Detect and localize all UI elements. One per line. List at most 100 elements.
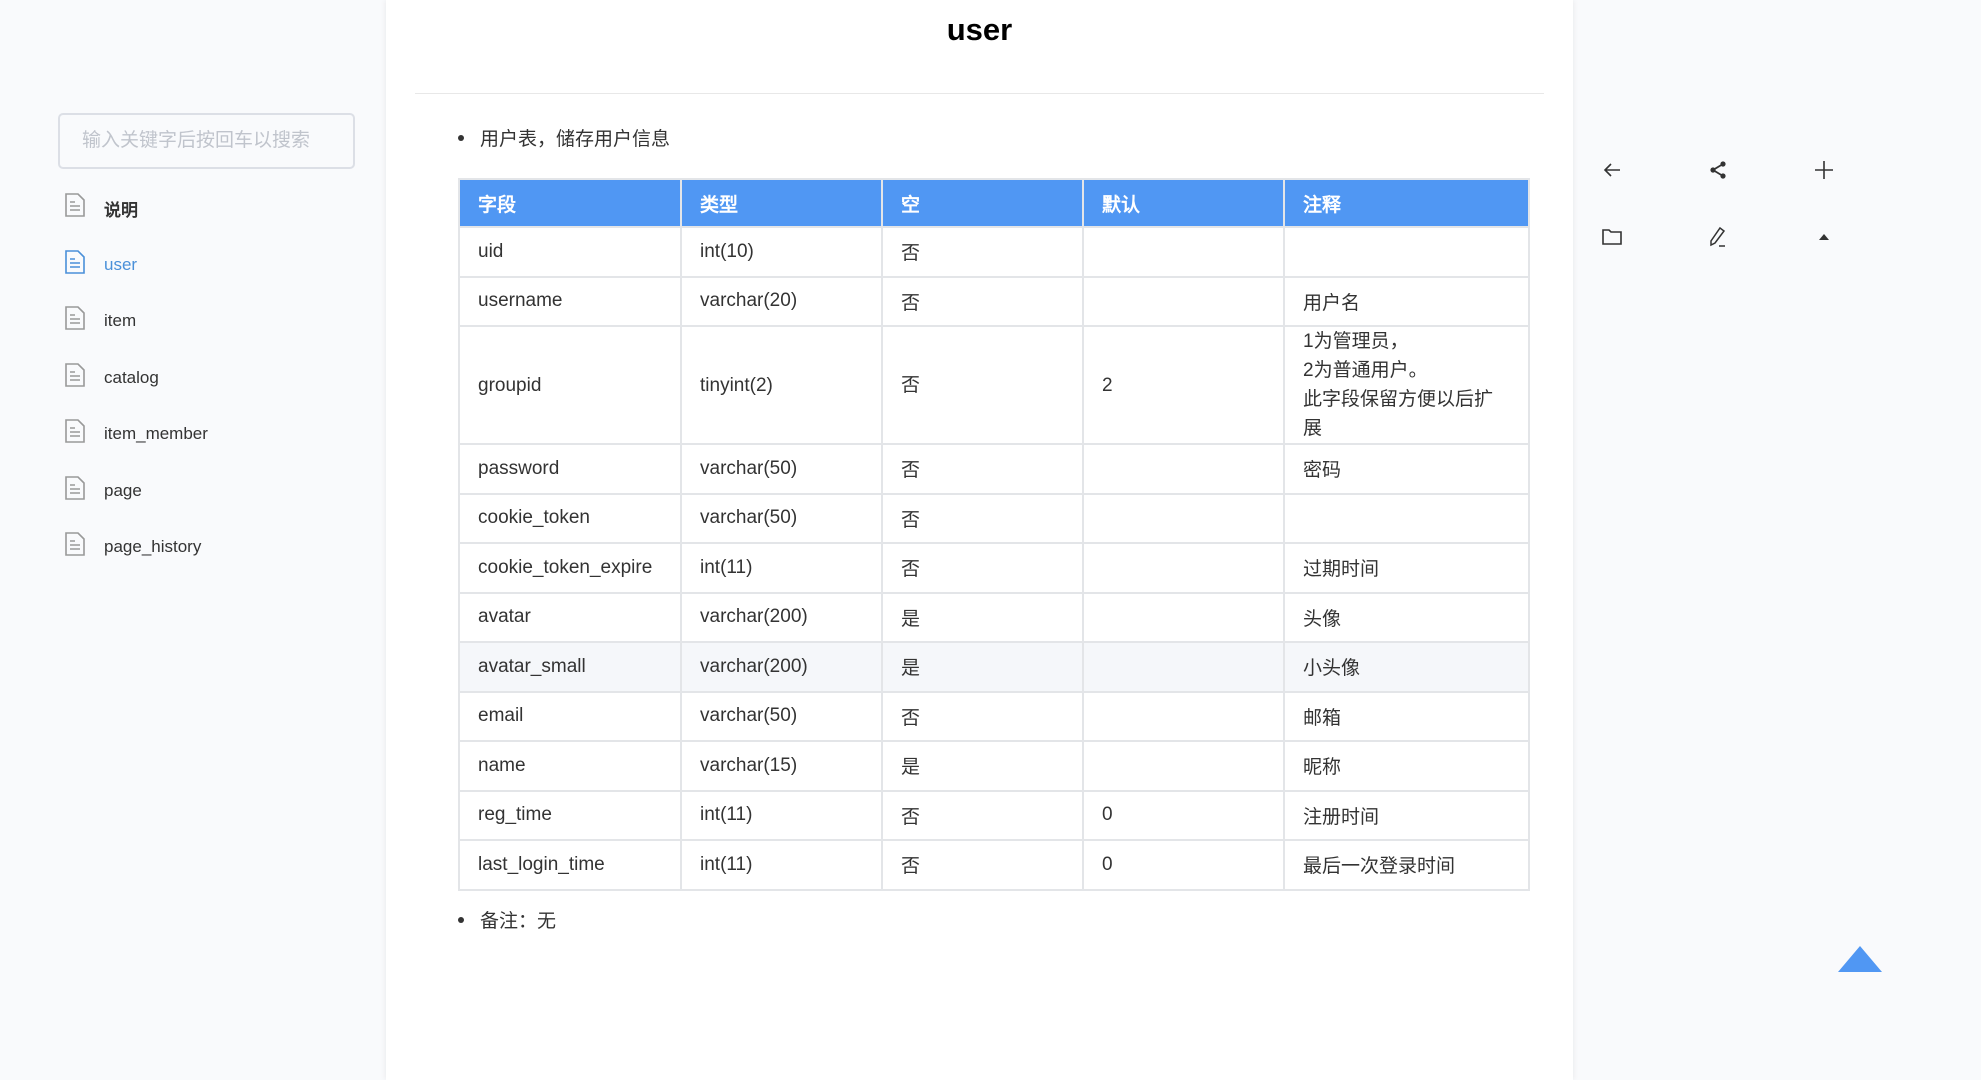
add-icon (1815, 161, 1833, 179)
table-row: avatar_small varchar(200) 是 小头像 (458, 641, 1530, 693)
cell-type: varchar(200) (680, 591, 883, 643)
cell-comment: 过期时间 (1283, 542, 1530, 594)
cell-default: 0 (1082, 789, 1285, 841)
cell-default (1082, 226, 1285, 278)
cell-field: uid (458, 226, 682, 278)
sidebar-item-说明[interactable]: 说明 (64, 180, 208, 237)
cell-type: tinyint(2) (680, 325, 883, 445)
cell-nullable: 否 (881, 226, 1084, 278)
edit-icon (1710, 226, 1726, 247)
cell-comment (1283, 226, 1530, 278)
new-folder-button[interactable] (1594, 219, 1630, 255)
cell-field: name (458, 740, 682, 792)
cell-nullable: 是 (881, 740, 1084, 792)
sidebar-item-item-member[interactable]: item_member (64, 406, 208, 463)
sidebar-item-label: item (104, 311, 137, 331)
catalog-nav: 说明 user item catalog item_member page pa… (64, 180, 208, 576)
cell-field: cookie_token_expire (458, 542, 682, 594)
cell-type: varchar(50) (680, 492, 883, 544)
sidebar: 说明 user item catalog item_member page pa… (0, 0, 386, 1080)
cell-default (1082, 591, 1285, 643)
table-note: 备注：无 (458, 906, 556, 933)
bullet (458, 916, 464, 923)
table-row: username varchar(20) 否 用户名 (458, 275, 1530, 327)
table-row: name varchar(15) 是 昵称 (458, 740, 1530, 792)
document-icon (65, 306, 85, 331)
cell-nullable: 否 (881, 492, 1084, 544)
sidebar-item-catalog[interactable]: catalog (64, 350, 208, 407)
document-panel: user 用户表，储存用户信息 字段 类型 空 默认 注释 uid int(10… (386, 0, 1573, 1080)
document-icon (65, 362, 85, 387)
cell-default (1082, 443, 1285, 495)
cell-nullable: 是 (881, 591, 1084, 643)
sidebar-item-page-history[interactable]: page_history (64, 519, 208, 576)
scroll-to-top-icon[interactable] (1838, 946, 1882, 972)
header-nullable: 空 (881, 178, 1084, 228)
back-arrow-icon (1603, 163, 1620, 177)
cell-field: groupid (458, 325, 682, 445)
back-button[interactable] (1594, 152, 1630, 188)
cell-field: reg_time (458, 789, 682, 841)
cell-comment: 密码 (1283, 443, 1530, 495)
cell-comment: 1为管理员， 2为普通用户。 此字段保留方便以后扩展 (1283, 325, 1530, 445)
header-comment: 注释 (1283, 178, 1530, 228)
comment-line: 此字段保留方便以后扩展 (1303, 389, 1494, 439)
cell-type: varchar(50) (680, 690, 883, 742)
sidebar-item-item[interactable]: item (64, 293, 208, 350)
cell-nullable: 是 (881, 641, 1084, 693)
cell-type: int(11) (680, 839, 883, 891)
sidebar-item-user[interactable]: user (64, 237, 208, 294)
share-icon (1710, 161, 1726, 179)
table-row: uid int(10) 否 (458, 226, 1530, 278)
share-button[interactable] (1700, 152, 1736, 188)
cell-comment (1283, 492, 1530, 544)
cell-comment: 用户名 (1283, 275, 1530, 327)
sidebar-item-label: user (104, 254, 138, 274)
description-text: 用户表，储存用户信息 (480, 129, 671, 150)
header-default: 默认 (1082, 178, 1285, 228)
cell-type: varchar(50) (680, 443, 883, 495)
cell-type: varchar(20) (680, 275, 883, 327)
table-header-row: 字段 类型 空 默认 注释 (458, 178, 1530, 228)
cell-comment: 昵称 (1283, 740, 1530, 792)
document-icon (65, 419, 85, 444)
sidebar-item-label: catalog (104, 367, 159, 387)
cell-field: password (458, 443, 682, 495)
collapse-up-icon (1819, 234, 1829, 240)
add-page-button[interactable] (1806, 152, 1842, 188)
cell-field: email (458, 690, 682, 742)
fields-table: 字段 类型 空 默认 注释 uid int(10) 否 username var… (458, 178, 1530, 891)
cell-default (1082, 542, 1285, 594)
comment-line: 2为普通用户。 (1303, 360, 1428, 381)
cell-default (1082, 492, 1285, 544)
cell-field: username (458, 275, 682, 327)
cell-nullable: 否 (881, 325, 1084, 445)
comment-line: 1为管理员， (1303, 331, 1409, 352)
table-row: password varchar(50) 否 密码 (458, 443, 1530, 495)
document-icon (65, 249, 85, 274)
cell-nullable: 否 (881, 839, 1084, 891)
bullet (458, 134, 464, 141)
folder-icon (1602, 229, 1622, 245)
cell-field: cookie_token (458, 492, 682, 544)
cell-default (1082, 740, 1285, 792)
cell-type: varchar(200) (680, 641, 883, 693)
cell-type: varchar(15) (680, 740, 883, 792)
document-icon (65, 193, 85, 218)
sidebar-item-label: page (104, 480, 142, 500)
search-input[interactable] (58, 113, 355, 169)
document-icon (65, 475, 85, 500)
table-row: groupid tinyint(2) 否 2 1为管理员， 2为普通用户。 此字… (458, 325, 1530, 445)
cell-nullable: 否 (881, 690, 1084, 742)
cell-type: int(11) (680, 789, 883, 841)
cell-nullable: 否 (881, 443, 1084, 495)
cell-default (1082, 690, 1285, 742)
edit-button[interactable] (1700, 219, 1736, 255)
sidebar-item-page[interactable]: page (64, 463, 208, 520)
sidebar-item-label: 说明 (104, 200, 138, 220)
table-row: email varchar(50) 否 邮箱 (458, 690, 1530, 742)
collapse-button[interactable] (1806, 219, 1842, 255)
cell-default: 2 (1082, 325, 1285, 445)
cell-default: 0 (1082, 839, 1285, 891)
document-icon (65, 532, 85, 557)
